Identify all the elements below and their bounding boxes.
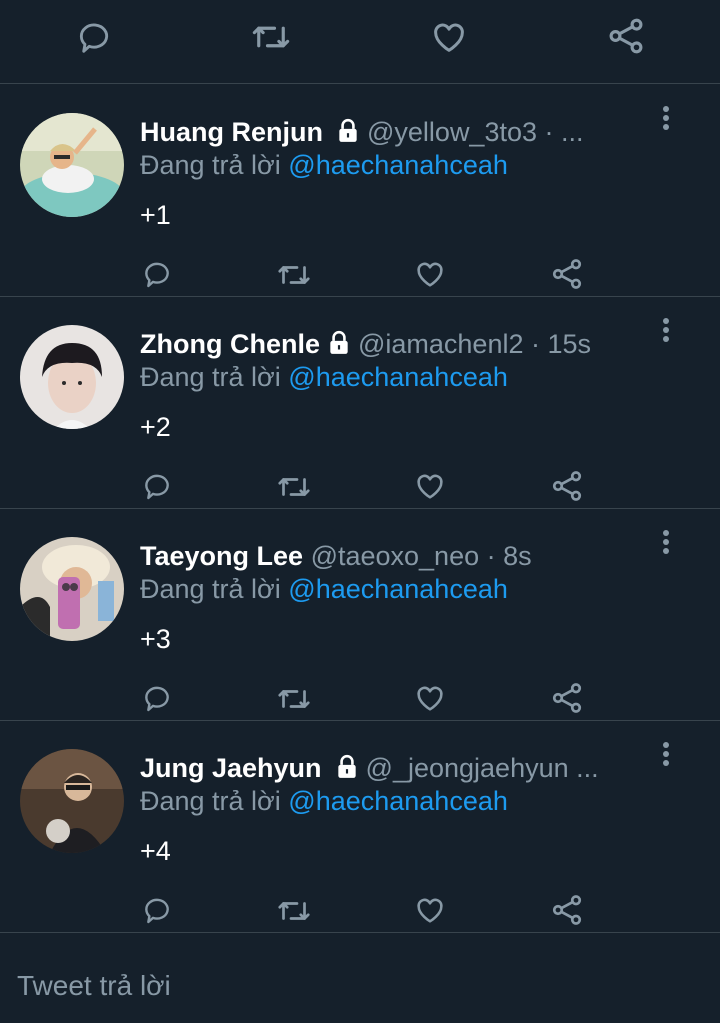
handle-and-time[interactable]: @iamachenl2 · 15s [358,329,591,359]
tweet-reply-2[interactable]: Zhong Chenle @iamachenl2 · 15s Đang trả l… [0,297,720,509]
handle-and-time[interactable]: @taeoxo_neo · 8s [311,541,532,571]
like-icon[interactable] [413,893,447,927]
retweet-icon[interactable] [276,257,312,293]
replying-to-label: Đang trả lời [140,362,281,392]
avatar[interactable] [20,537,124,641]
more-options-icon[interactable] [656,527,676,557]
display-name[interactable]: Zhong Chenle [140,329,320,359]
replying-to-label: Đang trả lời [140,786,281,816]
share-icon[interactable] [549,680,585,716]
replying-to: Đang trả lời @haechanahceah [140,360,508,394]
tweet-header: Taeyong Lee @taeoxo_neo · 8s [140,539,645,573]
like-icon[interactable] [413,469,447,503]
display-name[interactable]: Jung Jaehyun [140,753,322,783]
replying-to: Đang trả lời @haechanahceah [140,784,508,818]
reply-icon[interactable] [141,258,173,290]
avatar[interactable] [20,749,124,853]
more-options-icon[interactable] [656,315,676,345]
mention-link[interactable]: @haechanahceah [288,362,508,392]
reply-input[interactable]: Tweet trả lời [17,969,171,1003]
avatar[interactable] [20,325,124,429]
handle-and-time[interactable]: @yellow_3to3 · ... [367,117,584,147]
display-name[interactable]: Taeyong Lee [140,541,303,571]
avatar[interactable] [20,113,124,217]
reply-icon[interactable] [141,470,173,502]
replying-to-label: Đang trả lời [140,574,281,604]
retweet-icon[interactable] [276,469,312,505]
lock-icon [335,118,361,149]
display-name[interactable]: Huang Renjun [140,117,323,147]
share-icon[interactable] [549,892,585,928]
like-icon[interactable] [413,257,447,291]
reply-composer[interactable]: Tweet trả lời [0,938,720,1023]
share-icon[interactable] [549,256,585,292]
tweet-header: Huang Renjun @yellow_3to3 · ... [140,115,645,149]
lock-icon [326,330,352,361]
retweet-icon[interactable] [276,681,312,717]
tweet-header: Zhong Chenle @iamachenl2 · 15s [140,327,645,361]
tweet-reply-4[interactable]: Jung Jaehyun @_jeongjaehyun ... Đang trả … [0,721,720,933]
like-icon[interactable] [429,17,469,57]
replying-to: Đang trả lời @haechanahceah [140,148,508,182]
lock-icon [334,754,360,785]
share-icon[interactable] [549,468,585,504]
handle-and-time[interactable]: @_jeongjaehyun ... [366,753,599,783]
share-icon[interactable] [605,15,647,57]
tweet-text: +4 [140,836,171,866]
reply-icon[interactable] [75,18,113,56]
retweet-icon[interactable] [276,893,312,929]
more-options-icon[interactable] [656,103,676,133]
tweet-reply-3[interactable]: Taeyong Lee @taeoxo_neo · 8s Đang trả lờ… [0,509,720,721]
tweet-text: +2 [140,412,171,442]
like-icon[interactable] [413,681,447,715]
replying-to-label: Đang trả lời [140,150,281,180]
tweet-text: +3 [140,624,171,654]
mention-link[interactable]: @haechanahceah [288,574,508,604]
mention-link[interactable]: @haechanahceah [288,150,508,180]
retweet-icon[interactable] [250,16,292,58]
tweet-reply-1[interactable]: Huang Renjun @yellow_3to3 · ... Đang trả … [0,85,720,297]
mention-link[interactable]: @haechanahceah [288,786,508,816]
reply-icon[interactable] [141,894,173,926]
parent-tweet-action-bar [0,0,720,84]
reply-icon[interactable] [141,682,173,714]
tweet-header: Jung Jaehyun @_jeongjaehyun ... [140,751,645,785]
replying-to: Đang trả lời @haechanahceah [140,572,508,606]
tweet-text: +1 [140,200,171,230]
more-options-icon[interactable] [656,739,676,769]
